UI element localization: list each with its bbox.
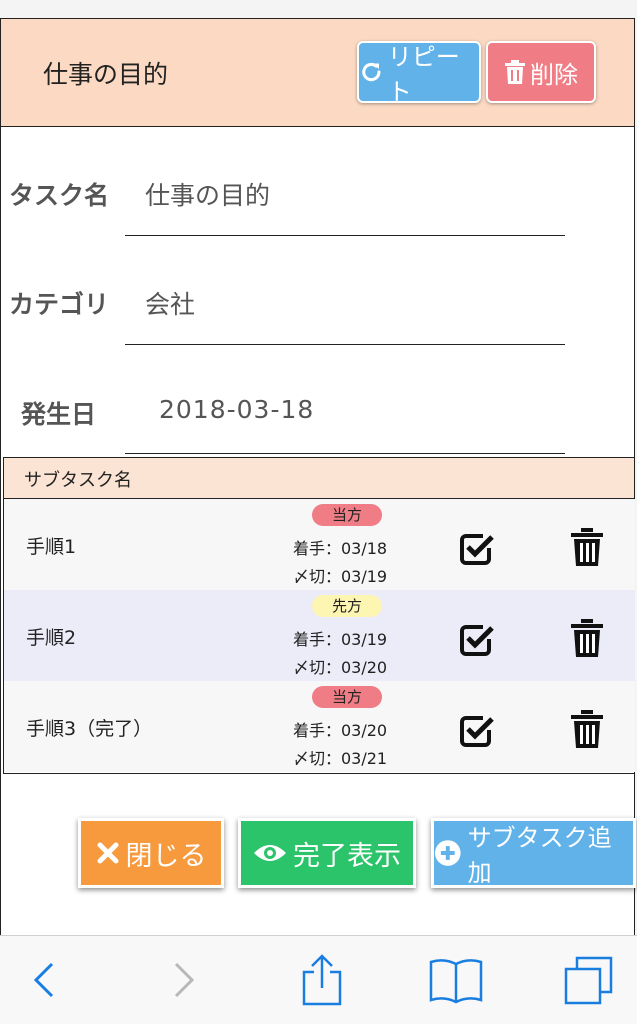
close-x-icon — [97, 842, 118, 864]
category-underline — [125, 344, 565, 345]
deadline-date: 〆切：03/21 — [293, 749, 388, 768]
subtask-row[interactable]: 手順1 当方 着手：03/18 〆切：03/19 — [4, 499, 635, 590]
browser-toolbar — [0, 935, 637, 1024]
bookmarks-icon[interactable] — [428, 956, 484, 1004]
plus-circle-icon — [434, 840, 461, 866]
check-icon[interactable] — [459, 714, 495, 748]
check-icon[interactable] — [459, 532, 495, 566]
task-name-label: タスク名 — [9, 181, 110, 210]
task-name-input[interactable]: 仕事の目的 — [145, 176, 270, 212]
assignee-badge: 当方 — [312, 504, 382, 526]
refresh-icon — [362, 62, 381, 82]
deadline-date: 〆切：03/19 — [293, 567, 388, 586]
forward-icon[interactable] — [170, 960, 198, 1000]
trash-icon[interactable] — [570, 527, 604, 567]
subtask-row[interactable]: 手順2 先方 着手：03/19 〆切：03/20 — [4, 590, 635, 681]
share-icon[interactable] — [300, 954, 344, 1006]
start-date: 着手：03/18 — [293, 539, 388, 558]
add-subtask-button[interactable]: サブタスク追加 — [431, 818, 636, 888]
subtask-row[interactable]: 手順3（完了） 当方 着手：03/20 〆切：03/21 — [4, 681, 635, 772]
subtask-name: 手順1 — [26, 536, 77, 558]
category-input[interactable]: 会社 — [145, 285, 195, 321]
check-icon[interactable] — [459, 623, 495, 657]
task-name-underline — [125, 235, 565, 236]
delete-label: 削除 — [530, 60, 578, 89]
tabs-icon[interactable] — [563, 956, 615, 1006]
back-icon[interactable] — [30, 960, 58, 1000]
task-header: 仕事の目的 リピート 削除 — [1, 19, 634, 127]
add-subtask-label: サブタスク追加 — [467, 824, 612, 887]
repeat-button[interactable]: リピート — [357, 41, 481, 106]
date-input[interactable]: 2018-03-18 — [159, 395, 314, 424]
assignee-badge: 先方 — [312, 595, 382, 617]
start-date: 着手：03/20 — [293, 721, 388, 740]
page-title: 仕事の目的 — [43, 60, 169, 89]
eye-icon — [254, 845, 286, 861]
subtask-header-label: サブタスク名 — [24, 470, 132, 491]
assignee-badge: 当方 — [312, 686, 382, 708]
trash-icon[interactable] — [570, 618, 604, 658]
close-button[interactable]: 閉じる — [78, 818, 224, 888]
subtask-name: 手順2 — [26, 627, 77, 649]
start-date: 着手：03/19 — [293, 630, 388, 649]
deadline-date: 〆切：03/20 — [293, 658, 388, 677]
trash-icon — [505, 60, 525, 84]
show-completed-label: 完了表示 — [293, 840, 401, 872]
delete-button[interactable]: 削除 — [486, 41, 596, 103]
repeat-label: リピート — [387, 43, 460, 106]
show-completed-button[interactable]: 完了表示 — [238, 818, 416, 888]
category-label: カテゴリ — [9, 290, 110, 319]
subtask-header: サブタスク名 — [3, 457, 635, 499]
trash-icon[interactable] — [570, 709, 604, 749]
date-underline — [125, 453, 565, 454]
subtask-list: 手順1 当方 着手：03/18 〆切：03/19 手順2 先方 着手：03/19… — [3, 499, 635, 774]
subtask-name: 手順3（完了） — [26, 718, 153, 740]
date-label: 発生日 — [21, 400, 97, 429]
close-label: 閉じる — [125, 840, 207, 872]
